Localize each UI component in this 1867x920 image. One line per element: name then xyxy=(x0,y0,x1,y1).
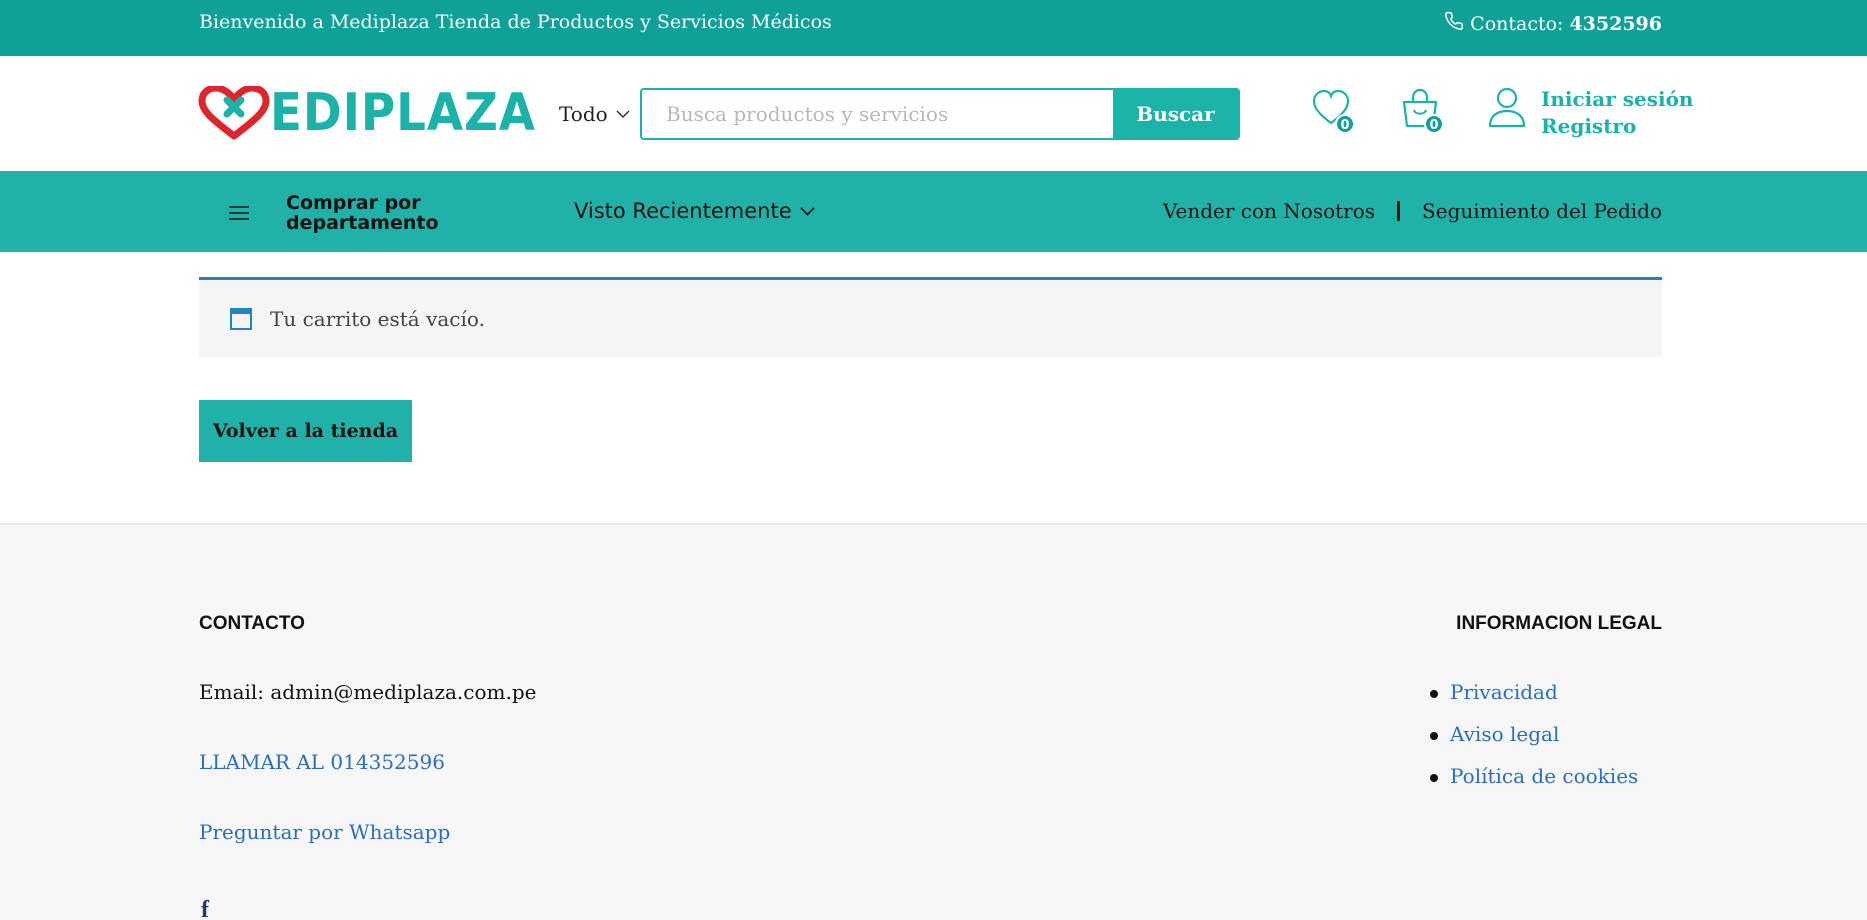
department-menu-toggle[interactable]: Comprar por departamento xyxy=(228,193,446,233)
cart-count-badge: 0 xyxy=(1424,114,1444,134)
hamburger-menu-icon xyxy=(229,206,249,220)
nav-right-links: Vender con Nosotros Seguimiento del Pedi… xyxy=(1163,199,1662,223)
chevron-down-icon xyxy=(800,206,815,216)
search-input[interactable] xyxy=(642,90,1113,138)
cookie-policy-link[interactable]: Política de cookies xyxy=(1450,764,1638,788)
wishlist-button[interactable]: 0 xyxy=(1311,88,1355,134)
nav-divider xyxy=(1397,201,1401,221)
cart-button[interactable]: 0 xyxy=(1400,88,1444,134)
legal-heading: INFORMACION LEGAL xyxy=(1456,613,1662,634)
sell-with-us-link[interactable]: Vender con Nosotros xyxy=(1163,199,1375,223)
account-menu: Iniciar sesión Registro xyxy=(1487,86,1693,140)
order-tracking-link[interactable]: Seguimiento del Pedido xyxy=(1422,199,1662,223)
chevron-down-icon xyxy=(616,109,630,118)
legal-links-list: Privacidad Aviso legal Política de cooki… xyxy=(1425,680,1638,806)
contact-number[interactable]: 4352596 xyxy=(1569,13,1662,35)
contact-heading: CONTACTO xyxy=(199,613,305,634)
contact-info: Contacto: 4352596 xyxy=(1444,11,1662,36)
empty-cart-notice: Tu carrito está vacío. xyxy=(199,277,1662,357)
wishlist-count-badge: 0 xyxy=(1335,114,1355,134)
recently-viewed-label: Visto Recientemente xyxy=(574,199,792,223)
department-label: Comprar por departamento xyxy=(286,192,439,234)
welcome-text: Bienvenido a Mediplaza Tienda de Product… xyxy=(199,11,832,33)
category-select[interactable]: Todo xyxy=(559,102,630,126)
register-link[interactable]: Registro xyxy=(1541,113,1693,140)
return-to-shop-button[interactable]: Volver a la tienda xyxy=(199,400,412,462)
list-item: Privacidad xyxy=(1425,680,1638,722)
category-label: Todo xyxy=(559,102,608,126)
top-bar: Bienvenido a Mediplaza Tienda de Product… xyxy=(0,0,1867,56)
user-icon xyxy=(1488,87,1526,128)
privacy-link[interactable]: Privacidad xyxy=(1450,680,1558,704)
call-link[interactable]: LLAMAR AL 014352596 xyxy=(199,750,445,774)
list-item: Aviso legal xyxy=(1425,722,1638,764)
login-link[interactable]: Iniciar sesión xyxy=(1541,86,1693,113)
legal-notice-link[interactable]: Aviso legal xyxy=(1450,722,1559,746)
whatsapp-link[interactable]: Preguntar por Whatsapp xyxy=(199,820,450,844)
search-button[interactable]: Buscar xyxy=(1113,90,1238,138)
site-footer: CONTACTO Email: admin@mediplaza.com.pe L… xyxy=(0,523,1867,920)
window-icon xyxy=(230,307,252,330)
contact-email: Email: admin@mediplaza.com.pe xyxy=(199,680,537,704)
site-logo[interactable]: EDIPLAZA xyxy=(198,86,565,140)
empty-cart-message: Tu carrito está vacío. xyxy=(270,306,485,331)
search-form: Buscar xyxy=(640,88,1240,140)
phone-icon xyxy=(1444,11,1464,36)
facebook-icon[interactable]: f xyxy=(201,897,209,920)
main-header: EDIPLAZA Todo Buscar 0 0 Iniciar sesión … xyxy=(0,56,1867,171)
nav-bar: Comprar por departamento Visto Recientem… xyxy=(0,171,1867,252)
list-item: Política de cookies xyxy=(1425,764,1638,806)
contact-label: Contacto: xyxy=(1470,12,1564,35)
recently-viewed-dropdown[interactable]: Visto Recientemente xyxy=(574,199,815,223)
logo-text: EDIPLAZA xyxy=(270,83,536,143)
heart-cross-logo-icon xyxy=(198,86,270,140)
